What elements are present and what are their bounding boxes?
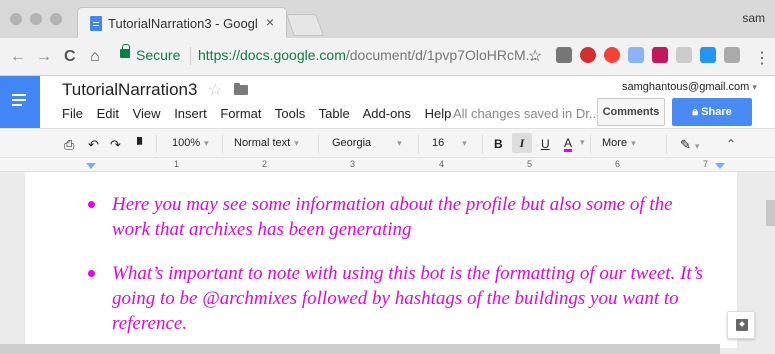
camera-extension-icon[interactable] xyxy=(724,47,740,63)
underline-button[interactable]: U xyxy=(541,137,550,151)
docs-header: TutorialNarration3 ☆ File Edit View Inse… xyxy=(0,76,775,128)
more-button[interactable]: More ▾ xyxy=(602,137,636,149)
omnibox[interactable]: Secure https://docs.google.com/document/… xyxy=(120,44,548,69)
extension-icon[interactable] xyxy=(556,47,572,63)
menu-tools[interactable]: Tools xyxy=(275,106,305,121)
undo-icon[interactable]: ↶ xyxy=(88,137,99,153)
ruler-number: 1 xyxy=(174,159,180,169)
font-select[interactable]: Georgia ▾ xyxy=(332,137,402,149)
paint-format-icon[interactable]: ▝ xyxy=(132,137,142,153)
menu-file[interactable]: File xyxy=(62,106,83,121)
chevron-down-icon: ▾ xyxy=(294,138,299,148)
tab-strip: TutorialNarration3 - Google Docs × sam xyxy=(0,0,775,38)
style-select[interactable]: Normal text ▾ xyxy=(234,137,299,149)
menu-format[interactable]: Format xyxy=(220,106,261,121)
comments-button[interactable]: Comments xyxy=(597,98,665,126)
reload-icon[interactable]: C xyxy=(64,48,76,66)
docs-home-icon[interactable] xyxy=(0,76,40,128)
collapse-icon[interactable]: ⌃ xyxy=(726,137,736,151)
chevron-down-icon: ▾ xyxy=(397,138,402,148)
maximize-window-icon[interactable] xyxy=(50,13,62,25)
bold-button[interactable]: B xyxy=(494,137,503,151)
account-email[interactable]: samghantous@gmail.com ▾ xyxy=(622,81,757,93)
redo-icon[interactable]: ↷ xyxy=(110,137,121,153)
lock-icon xyxy=(120,44,130,58)
chevron-down-icon[interactable]: ▾ xyxy=(580,137,585,148)
url-text[interactable]: https://docs.google.com/document/d/1pvp7… xyxy=(198,47,537,63)
profile-name[interactable]: sam xyxy=(742,11,765,25)
tab-title: TutorialNarration3 - Google Docs xyxy=(108,16,258,31)
ruler-number: 4 xyxy=(439,159,445,169)
tab-close-icon[interactable]: × xyxy=(266,14,274,30)
print-icon[interactable]: ⎙ xyxy=(64,137,74,153)
new-tab-button[interactable] xyxy=(285,14,325,36)
docs-favicon-icon xyxy=(90,16,102,31)
chevron-down-icon: ▾ xyxy=(694,141,700,151)
browser-menu-icon[interactable]: ⋮ xyxy=(754,48,770,68)
share-button[interactable]: 🔒︎ Share xyxy=(672,98,752,126)
formatting-toolbar: ⎙ ↶ ↷ ▝ 100% ▾ Normal text ▾ Georgia ▾ 16 ▾ … xyxy=(0,128,775,158)
home-icon[interactable]: ⌂ xyxy=(90,48,100,66)
indent-marker-icon[interactable] xyxy=(86,160,96,169)
menu-edit[interactable]: Edit xyxy=(97,106,119,121)
explore-button[interactable] xyxy=(727,311,755,339)
chevron-down-icon: ▾ xyxy=(631,138,636,148)
document-page[interactable]: Here you may see some information about … xyxy=(25,172,737,348)
pinterest-icon[interactable] xyxy=(580,47,596,63)
photo-extension-icon[interactable] xyxy=(700,47,716,63)
close-window-icon[interactable] xyxy=(10,13,22,25)
trello-icon[interactable] xyxy=(652,47,668,63)
menu-table[interactable]: Table xyxy=(319,106,350,121)
list-item[interactable]: Here you may see some information about … xyxy=(88,192,712,242)
browser-tab[interactable]: TutorialNarration3 - Google Docs × xyxy=(77,7,287,38)
menu-addons[interactable]: Add-ons xyxy=(363,106,411,121)
font-size-select[interactable]: 16 ▾ xyxy=(432,137,467,149)
right-margin-marker-icon[interactable] xyxy=(715,160,725,169)
star-document-icon[interactable]: ☆ xyxy=(208,80,222,100)
save-status[interactable]: All changes saved in Dr... xyxy=(453,106,600,121)
text-color-button[interactable]: A xyxy=(564,137,573,152)
chevron-down-icon: ▾ xyxy=(462,138,467,148)
bullet-icon xyxy=(88,201,95,208)
menu-bar: File Edit View Insert Format Tools Table… xyxy=(62,106,461,121)
explore-icon xyxy=(736,319,748,331)
bullet-icon xyxy=(88,270,95,277)
forward-icon[interactable]: → xyxy=(36,48,52,66)
ruler-number: 5 xyxy=(527,159,533,169)
bookmark-star-icon[interactable]: ☆ xyxy=(528,46,542,66)
ruler-number: 7 xyxy=(703,159,709,169)
ruler-number: 3 xyxy=(350,159,356,169)
vertical-scrollbar[interactable] xyxy=(766,200,775,226)
italic-button[interactable]: I xyxy=(512,133,532,153)
document-title[interactable]: TutorialNarration3 xyxy=(62,80,197,100)
zoom-select[interactable]: 100% ▾ xyxy=(172,137,209,149)
cloud-extension-icon[interactable] xyxy=(676,47,692,63)
list-item[interactable]: What’s important to note with using this… xyxy=(88,261,712,336)
minimize-window-icon[interactable] xyxy=(30,13,42,25)
address-bar-row: ← → C ⌂ Secure https://docs.google.com/d… xyxy=(0,38,775,76)
document-canvas: Here you may see some information about … xyxy=(0,172,775,354)
opera-icon[interactable] xyxy=(604,47,620,63)
folder-icon[interactable] xyxy=(234,83,248,95)
menu-view[interactable]: View xyxy=(133,106,161,121)
ruler-number: 2 xyxy=(262,159,268,169)
secure-label: Secure xyxy=(136,47,181,63)
menu-help[interactable]: Help xyxy=(425,106,452,121)
ruler-number: 6 xyxy=(615,159,621,169)
docs-extension-icon[interactable] xyxy=(628,47,644,63)
menu-insert[interactable]: Insert xyxy=(174,106,207,121)
ruler: 1 2 3 4 5 6 7 xyxy=(0,158,775,172)
lock-icon: 🔒︎ xyxy=(692,106,702,118)
back-icon[interactable]: ← xyxy=(10,48,26,66)
chevron-down-icon: ▾ xyxy=(204,138,209,148)
horizontal-scrollbar[interactable] xyxy=(0,344,720,354)
editing-mode-icon[interactable]: ✎ ▾ xyxy=(680,137,699,153)
